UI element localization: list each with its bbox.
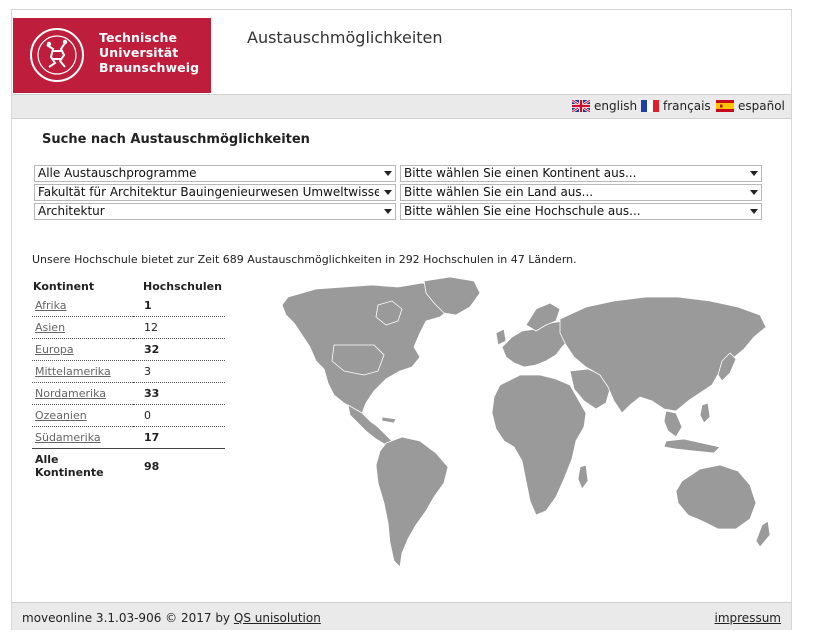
table-row: Nordamerika 33 [32,382,225,405]
continent-select-value: Bitte wählen Sie einen Kontinent aus... [404,166,637,180]
chevron-down-icon [750,190,758,195]
chevron-down-icon [384,209,392,214]
map-region-australia [675,464,757,530]
summary-text: Unsere Hochschule bietet zur Zeit 689 Au… [32,253,577,266]
university-select[interactable]: Bitte wählen Sie eine Hochschule aus... [400,203,762,220]
map-region-indonesia [663,438,721,454]
table-row: Mittelamerika 3 [32,360,225,383]
faculty-select[interactable]: Fakultät für Architektur Bauingenieurwes… [34,184,396,201]
country-select-value: Bitte wählen Sie ein Land aus... [404,185,594,199]
chevron-down-icon [384,190,392,195]
impressum-link[interactable]: impressum [715,611,782,625]
continent-link-asien[interactable]: Asien [35,321,65,334]
table-row: Afrika 1 [32,295,225,317]
page-title: Austauschmöglichkeiten [247,28,443,47]
copyright-text: moveonline 3.1.03-906 © 2017 by [22,611,231,625]
search-heading: Suche nach Austauschmöglichkeiten [42,132,310,147]
map-region-caribbean [381,416,397,424]
continent-count: 32 [133,338,225,361]
page-frame: Technische Universität Braunschweig Aust… [11,9,792,630]
vendor-link[interactable]: QS unisolution [234,611,321,625]
table-row: Asien 12 [32,316,225,339]
world-map[interactable] [274,275,784,590]
continent-link-europa[interactable]: Europa [35,343,74,356]
subject-select-value: Architektur [38,204,105,218]
country-select[interactable]: Bitte wählen Sie ein Land aus... [400,184,762,201]
chevron-down-icon [750,171,758,176]
table-row: Südamerika 17 [32,426,225,449]
language-spanish-link[interactable]: español [716,99,785,113]
tu-braunschweig-logo[interactable]: Technische Universität Braunschweig [13,18,211,93]
continent-count: 33 [133,382,225,405]
fr-flag-icon [641,100,659,112]
table-row: Europa 32 [32,338,225,361]
language-english-label: english [594,99,638,113]
map-region-africa [491,374,587,516]
program-select-value: Alle Austauschprogramme [38,166,197,180]
subject-select[interactable]: Architektur [34,203,396,220]
logo-line-2: Universität [99,45,179,60]
continent-link-afrika[interactable]: Afrika [35,299,67,312]
continent-count: 3 [133,360,225,383]
table-total-row: Alle Kontinente 98 [32,448,225,481]
footer-copyright: moveonline 3.1.03-906 © 2017 by QS uniso… [22,611,321,625]
logo-line-3: Braunschweig [99,60,200,75]
language-english-link[interactable]: english [572,99,637,113]
footer-bar: moveonline 3.1.03-906 © 2017 by QS uniso… [12,602,791,630]
continent-link-mittelamerika[interactable]: Mittelamerika [35,365,111,378]
uk-flag-icon [572,100,590,112]
map-region-southeast-asia [663,410,683,438]
table-row: Ozeanien 0 [32,404,225,427]
language-french-link[interactable]: français [641,99,711,113]
language-bar: english français español [12,94,791,119]
map-region-south-america [375,436,449,568]
continent-link-ozeanien[interactable]: Ozeanien [35,409,87,422]
chevron-down-icon [384,171,392,176]
continent-link-suedamerika[interactable]: Südamerika [35,431,101,444]
map-region-philippines [699,402,711,424]
map-region-uk [495,328,507,346]
logo-line-1: Technische [99,30,178,45]
es-flag-icon [716,100,734,112]
language-french-label: français [663,99,711,113]
map-region-new-zealand [755,520,771,548]
program-select[interactable]: Alle Austauschprogramme [34,165,396,182]
continent-count: 17 [133,426,225,449]
total-label: Alle Kontinente [32,448,133,481]
faculty-select-value: Fakultät für Architektur Bauingenieurwes… [38,185,379,199]
university-select-value: Bitte wählen Sie eine Hochschule aus... [404,204,641,218]
column-header-continent: Kontinent [33,280,95,293]
continent-count: 12 [133,316,225,339]
continent-count: 1 [133,295,225,317]
map-region-central-america [347,404,393,446]
total-count: 98 [133,448,225,481]
continent-link-nordamerika[interactable]: Nordamerika [35,387,106,400]
continent-count: 0 [133,404,225,427]
map-region-madagascar [577,464,589,490]
continent-table: Kontinent Hochschulen Afrika 1 Asien 12 … [32,278,225,481]
column-header-universities: Hochschulen [143,280,222,293]
continent-select[interactable]: Bitte wählen Sie einen Kontinent aus... [400,165,762,182]
university-seal-icon [30,28,84,82]
chevron-down-icon [750,209,758,214]
language-spanish-label: español [738,99,785,113]
